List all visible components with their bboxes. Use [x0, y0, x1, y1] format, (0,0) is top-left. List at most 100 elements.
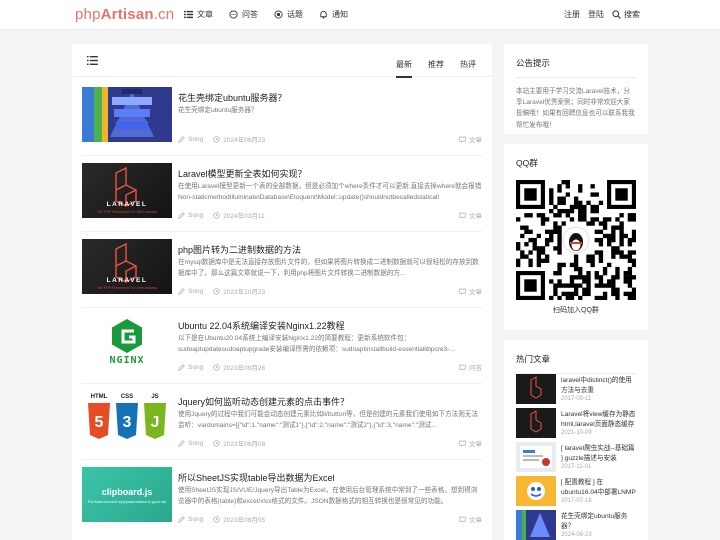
article-item[interactable]: NGINX Ubuntu 22.04系统编译安装Nginx1.22教程 以下是在…	[82, 315, 482, 377]
date-text: 2023年09月26	[223, 365, 266, 372]
hot-article-thumbnail[interactable]	[516, 442, 556, 472]
notice-title: 公告提示	[516, 58, 551, 68]
divider	[82, 383, 482, 384]
article-thumbnail[interactable]: 5 3 J HTML CSS JS	[82, 391, 172, 446]
hot-article-date: 2017-11-01	[561, 464, 592, 470]
hot-article-item[interactable]: [ 配置教程 ] 在ubuntu16.04中部署LNMP环境 2017-07-1…	[516, 476, 636, 508]
publish-date: 2023年08月05	[213, 514, 265, 524]
author[interactable]: Song	[178, 362, 203, 372]
article-excerpt: 以下是在Ubuntu20.04系统上编译安装Nginx1.22的简要教程：更新系…	[178, 335, 456, 353]
hot-article-title[interactable]: 花生壳绑定ubuntu服务器？	[561, 512, 637, 531]
hot-article-date: 2024-09-23	[561, 532, 592, 538]
publish-date: 2023年09月26	[213, 362, 265, 372]
nav-item-notifications[interactable]: 通知	[319, 9, 348, 20]
hot-article-item[interactable]: 花生壳绑定ubuntu服务器？ 2024-09-23	[516, 510, 636, 540]
divider	[82, 459, 482, 460]
article-meta: Song 2023年09月26	[178, 362, 265, 372]
category-label: 文章	[469, 517, 482, 524]
hot-article-title[interactable]: [ laravel爬虫实战--基础篇 ] guzzle描述与安装	[561, 444, 637, 463]
clock-icon	[213, 135, 220, 143]
site-logo[interactable]: phpArtisan.cn	[75, 6, 174, 23]
article-item[interactable]: 5 3 J HTML CSS JS Jquery如何监听动态创建元素的点击事件？…	[82, 391, 482, 453]
search-label: 搜索	[624, 10, 640, 19]
pencil-icon	[178, 135, 185, 143]
article-thumbnail[interactable]: LARAVEL The PHP Framework For Web Artisa…	[82, 163, 172, 218]
tab-hot-comments[interactable]: 热评	[460, 59, 476, 78]
pyramid-diagram-image	[82, 87, 172, 142]
bell-icon	[320, 10, 327, 19]
nav-item-topics[interactable]: 话题	[274, 9, 303, 20]
author[interactable]: Song	[178, 514, 203, 524]
hot-article-item[interactable]: Laravel将view缓存为静态html,laravel页面静态缓存 2021…	[516, 408, 636, 440]
pencil-icon	[178, 515, 185, 523]
article-category[interactable]: 问答	[459, 362, 482, 372]
article-category[interactable]: 文章	[459, 438, 482, 448]
date-text: 2024年03月11	[223, 213, 265, 220]
article-thumbnail[interactable]: LARAVEL The PHP Framework For Web Artisa…	[82, 239, 172, 294]
article-title[interactable]: 花生壳绑定ubuntu服务器？	[178, 91, 287, 104]
hot-title: 热门文章	[516, 354, 551, 364]
tab-latest[interactable]: 最新	[396, 59, 412, 78]
article-category[interactable]: 文章	[459, 210, 482, 220]
tab-recommended[interactable]: 推荐	[428, 59, 444, 78]
article-item[interactable]: LARAVEL The PHP Framework For Web Artisa…	[82, 239, 482, 301]
list-icon	[184, 10, 193, 19]
pencil-icon	[178, 363, 185, 371]
nav-item-articles[interactable]: 文章	[184, 9, 213, 20]
author[interactable]: Song	[178, 438, 203, 448]
article-item[interactable]: clipboard.js Put those innocent copy/pas…	[82, 467, 482, 529]
article-meta: Song 2023年10月23	[178, 286, 265, 296]
login-link[interactable]: 登陆	[588, 9, 604, 20]
search-button[interactable]: 搜索	[612, 9, 640, 20]
clipboard-tagline: Put those innocent copy/paste buttons to…	[87, 500, 167, 504]
menu-list-icon[interactable]	[87, 56, 98, 65]
date-text: 2023年09月08	[223, 441, 266, 448]
article-category[interactable]: 文章	[459, 134, 482, 144]
author[interactable]: Song	[178, 210, 203, 220]
comment-icon	[459, 364, 466, 371]
user-nav: 注册 登陆 搜索	[564, 9, 640, 20]
qq-qr-code	[516, 180, 637, 301]
hot-article-thumbnail[interactable]	[516, 476, 556, 506]
nav-item-questions[interactable]: 问答	[229, 9, 258, 20]
article-title[interactable]: php图片转为二进制数据的方法	[178, 243, 301, 256]
hot-article-item[interactable]: laravel中distinct()的使用方法与去重 2017-09-11	[516, 374, 636, 406]
article-thumbnail[interactable]: NGINX	[82, 315, 172, 370]
clock-icon	[213, 439, 220, 447]
hot-article-thumbnail[interactable]	[516, 510, 556, 540]
article-title[interactable]: 所以SheetJS实现table导出数据为Excel	[178, 471, 335, 484]
article-category[interactable]: 文章	[459, 514, 482, 524]
article-title[interactable]: Ubuntu 22.04系统编译安装Nginx1.22教程	[178, 319, 345, 332]
date-text: 2023年08月05	[223, 517, 266, 524]
svg-text:5: 5	[95, 414, 104, 431]
article-item[interactable]: 花生壳绑定ubuntu服务器？ 花生壳绑定ubuntu服务器？ Song 202…	[82, 87, 482, 149]
author[interactable]: Song	[178, 134, 203, 144]
guzzle-logo-image	[520, 446, 552, 468]
clock-icon	[213, 515, 220, 523]
article-thumbnail[interactable]	[82, 87, 172, 142]
comment-icon	[459, 440, 466, 447]
nav-label: 问答	[242, 10, 258, 19]
author-name: Song	[188, 439, 204, 447]
article-title[interactable]: Laravel模型更新全表如何实现？	[178, 167, 307, 180]
register-link[interactable]: 注册	[564, 9, 580, 20]
nav-label: 通知	[332, 10, 348, 19]
article-title[interactable]: Jquery如何监听动态创建元素的点击事件？	[178, 395, 349, 408]
laravel-logo-image	[530, 410, 542, 433]
hot-article-title[interactable]: Laravel将view缓存为静态html,laravel页面静态缓存	[561, 410, 637, 429]
qq-group-widget: QQ群 扫码加入QQ群	[504, 144, 648, 330]
qq-caption: 扫码加入QQ群	[553, 307, 599, 314]
publish-date: 2023年10月23	[213, 286, 265, 296]
hot-article-item[interactable]: [ laravel爬虫实战--基础篇 ] guzzle描述与安装 2017-11…	[516, 442, 636, 474]
article-category[interactable]: 文章	[459, 286, 482, 296]
sort-tabs: 最新 推荐 热评	[396, 59, 476, 78]
hot-article-title[interactable]: laravel中distinct()的使用方法与去重	[561, 376, 637, 395]
hot-article-title[interactable]: [ 配置教程 ] 在ubuntu16.04中部署LNMP环境	[561, 478, 637, 497]
hot-article-thumbnail[interactable]	[516, 374, 556, 404]
hot-article-thumbnail[interactable]	[516, 408, 556, 438]
article-item[interactable]: LARAVEL The PHP Framework For Web Artisa…	[82, 163, 482, 225]
pencil-icon	[178, 439, 185, 447]
article-thumbnail[interactable]: clipboard.js Put those innocent copy/pas…	[82, 467, 172, 522]
author[interactable]: Song	[178, 286, 203, 296]
divider	[82, 307, 482, 308]
